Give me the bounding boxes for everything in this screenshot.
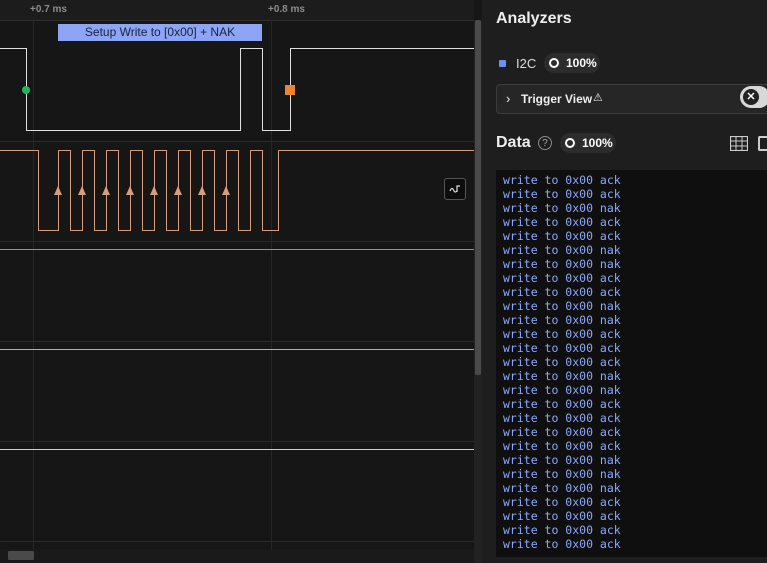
export-icon[interactable]	[758, 136, 767, 151]
table-row[interactable]: write to 0x00 nak	[503, 481, 767, 495]
waveform-area[interactable]: +0.7 ms +0.8 ms Setup Write to [0x00] + …	[0, 0, 482, 563]
progress-ring-icon	[549, 58, 559, 68]
table-row[interactable]: write to 0x00 ack	[503, 509, 767, 523]
table-row[interactable]: write to 0x00 nak	[503, 313, 767, 327]
table-row[interactable]: write to 0x00 ack	[503, 229, 767, 243]
table-row[interactable]: write to 0x00 ack	[503, 187, 767, 201]
table-row[interactable]: write to 0x00 nak	[503, 369, 767, 383]
table-row[interactable]: write to 0x00 ack	[503, 355, 767, 369]
table-row[interactable]: write to 0x00 ack	[503, 411, 767, 425]
table-row[interactable]: write to 0x00 nak	[503, 201, 767, 215]
analyzer-color-swatch	[499, 60, 506, 67]
table-row[interactable]: write to 0x00 ack	[503, 523, 767, 537]
data-title: Data	[496, 134, 531, 151]
table-row[interactable]: write to 0x00 ack	[503, 439, 767, 453]
progress-ring-icon	[565, 138, 575, 148]
vertical-scroll-thumb[interactable]	[475, 20, 481, 375]
table-row[interactable]: write to 0x00 ack	[503, 341, 767, 355]
signal-mode-button[interactable]	[444, 178, 466, 200]
sample-arrow	[102, 186, 110, 195]
waveform-traces	[0, 48, 474, 550]
scl-trace	[0, 150, 474, 231]
sample-arrow	[150, 186, 158, 195]
horizontal-scroll-thumb[interactable]	[8, 551, 34, 560]
sda-trace	[0, 48, 474, 131]
table-row[interactable]: write to 0x00 ack	[503, 173, 767, 187]
table-icon[interactable]	[730, 136, 748, 151]
table-row[interactable]: write to 0x00 nak	[503, 243, 767, 257]
table-row[interactable]: write to 0x00 nak	[503, 467, 767, 481]
sample-arrow	[174, 186, 182, 195]
sample-arrow	[54, 186, 62, 195]
trigger-view-toggle[interactable]: › Trigger View ⚠	[496, 84, 767, 114]
trigger-view-label: Trigger View	[521, 92, 593, 106]
signal-mode-icon	[449, 185, 460, 193]
start-marker	[22, 86, 30, 94]
table-row[interactable]: write to 0x00 ack	[503, 397, 767, 411]
horizontal-scrollbar[interactable]	[0, 549, 474, 563]
sample-arrow	[78, 186, 86, 195]
analyzers-title: Analyzers	[496, 10, 572, 27]
table-row[interactable]: write to 0x00 ack	[503, 495, 767, 509]
help-icon[interactable]: ?	[538, 136, 552, 150]
sample-arrow	[222, 186, 230, 195]
close-icon: ✕	[743, 89, 759, 105]
chevron-right-icon: ›	[506, 91, 511, 106]
data-progress-badge: 100%	[560, 133, 616, 153]
analyzer-name[interactable]: I2C	[516, 56, 536, 71]
table-row[interactable]: write to 0x00 nak	[503, 383, 767, 397]
table-row[interactable]: write to 0x00 ack	[503, 327, 767, 341]
analyzers-panel: Analyzers I2C 100% › Trigger View ⚠ ✕ Da…	[482, 0, 767, 563]
table-row[interactable]: write to 0x00 nak	[503, 299, 767, 313]
table-row[interactable]: write to 0x00 ack	[503, 271, 767, 285]
frame-bubble[interactable]: Setup Write to [0x00] + NAK	[58, 24, 262, 41]
table-row[interactable]: write to 0x00 ack	[503, 537, 767, 551]
table-row[interactable]: write to 0x00 nak	[503, 257, 767, 271]
analyzer-progress-badge: 100%	[544, 53, 600, 73]
table-row[interactable]: write to 0x00 nak	[503, 453, 767, 467]
data-table[interactable]: write to 0x00 ack write to 0x00 ack write …	[496, 170, 767, 557]
vertical-scrollbar[interactable]	[474, 20, 482, 563]
stop-marker	[285, 85, 295, 95]
warning-icon: ⚠	[593, 92, 603, 104]
sample-arrow	[198, 186, 206, 195]
trigger-clear-button[interactable]: ✕	[740, 86, 767, 108]
table-row[interactable]: write to 0x00 ack	[503, 285, 767, 299]
table-row[interactable]: write to 0x00 ack	[503, 425, 767, 439]
table-row[interactable]: write to 0x00 ack	[503, 215, 767, 229]
sample-arrow	[126, 186, 134, 195]
